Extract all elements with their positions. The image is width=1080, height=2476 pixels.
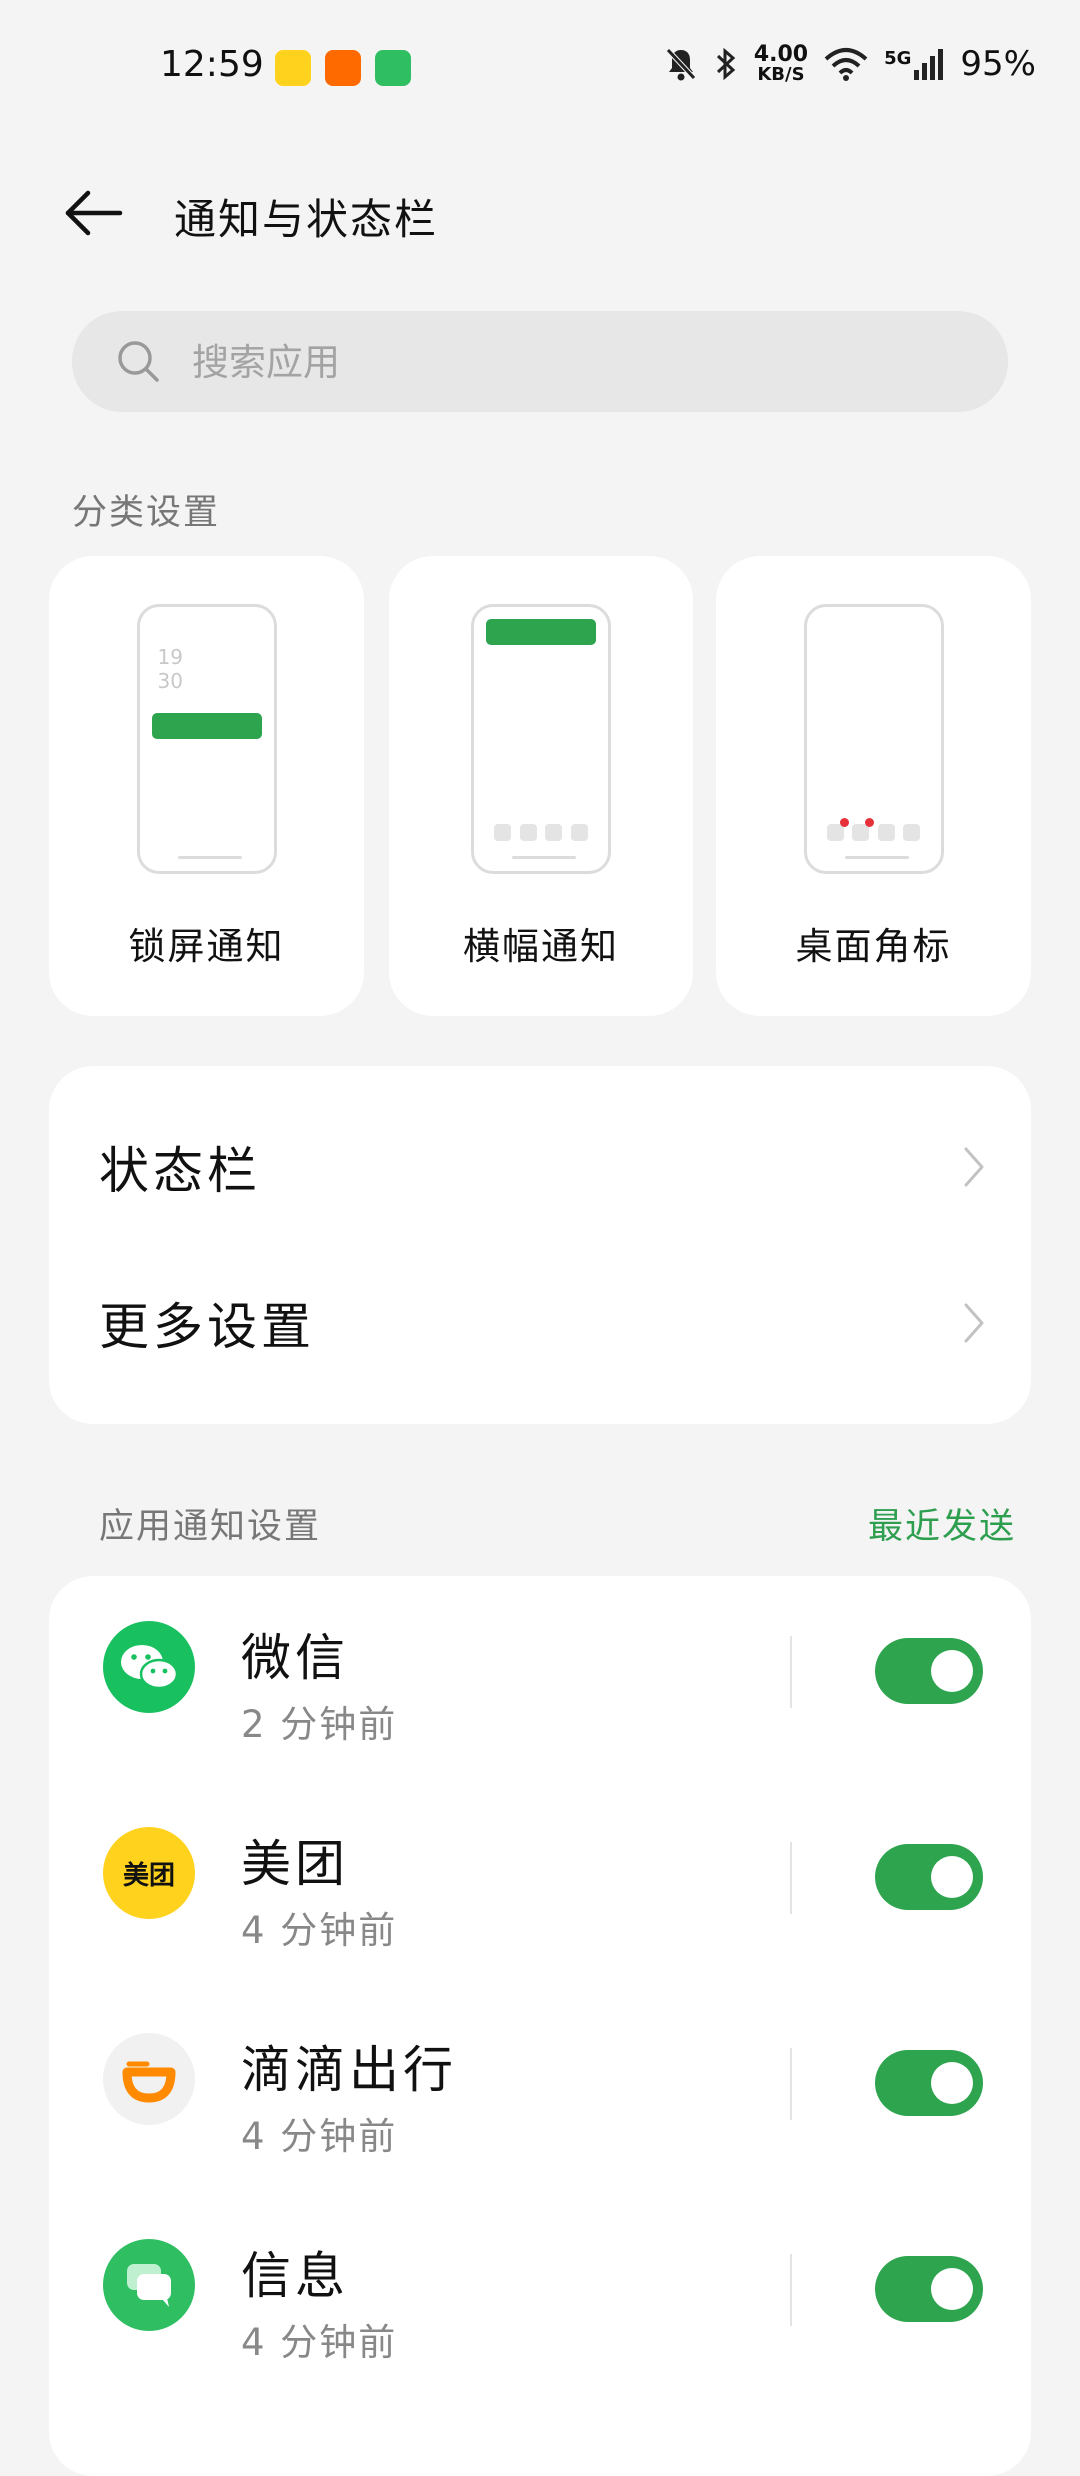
card-label-lockscreen: 锁屏通知 [128,925,285,968]
app-row-wechat[interactable]: 微信 2 分钟前 [49,1576,1031,1782]
card-label-banner: 横幅通知 [463,925,619,968]
app-last-sent: 4 分钟前 [241,1909,398,1952]
bell-muted-icon [665,48,696,81]
dock-icon [570,824,588,841]
settings-item-label: 状态栏 [99,1142,261,1200]
lockscreen-notification-card[interactable]: 19 30 锁屏通知 [49,556,364,1016]
wechat-icon [103,1621,195,1713]
dock-icon [494,824,511,841]
app-last-sent: 4 分钟前 [241,2321,398,2364]
lockscreen-preview: 19 30 [136,604,277,874]
app-name: 滴滴出行 [241,2041,457,2099]
app-name: 微信 [241,1629,349,1687]
status-bar: 12:59 4.00 KB/S 5G 95% [0,0,1080,140]
dock-icons [826,818,921,841]
dock-icon [545,824,563,841]
dock-icons [494,824,588,841]
notification-toggle[interactable] [875,2050,983,2116]
banner-bar [486,619,596,645]
meituan-logo-text: 美团 [122,1860,175,1891]
notification-bar [151,713,262,739]
network-speed-value: 4.00 [753,42,809,67]
notification-toggle[interactable] [875,1638,983,1704]
app-row-messages[interactable]: 信息 4 分钟前 [49,2194,1031,2400]
banner-notification-card[interactable]: 横幅通知 [389,556,693,1016]
badge-preview [803,604,944,874]
divider [790,1842,792,1914]
sort-recent-button[interactable]: 最近发送 [868,1498,1016,1549]
network-speed: 4.00 KB/S [754,44,808,84]
category-section-label: 分类设置 [72,493,221,533]
settings-item-label: 更多设置 [99,1298,315,1356]
settings-panel: 状态栏 更多设置 [49,1066,1031,1424]
meituan-icon: 美团 [103,1827,195,1919]
messages-icon [103,2239,195,2331]
settings-item-status-bar[interactable]: 状态栏 [49,1089,1031,1245]
badge-notification-card[interactable]: 桌面角标 [716,556,1031,1016]
badge-dot [839,818,849,827]
dock-icon [903,824,921,841]
chevron-right-icon [964,1147,984,1187]
notification-toggle[interactable] [875,1844,983,1910]
app-name: 信息 [241,2247,349,2305]
back-arrow-icon[interactable] [64,188,124,238]
bluetooth-icon [716,47,736,81]
app-list-panel: 微信 2 分钟前 美团 美团 4 分钟前 滴滴出行 4 分钟前 信息 4 分钟前 [49,1576,1031,2476]
signal-bars-icon [914,49,944,80]
status-indicators: 4.00 KB/S 5G 95% [664,44,1036,84]
search-icon [118,341,159,382]
meituan-notification-icon [275,50,311,86]
settings-item-more[interactable]: 更多设置 [49,1245,1031,1401]
home-indicator [177,856,242,859]
badge-dot [865,818,875,827]
divider [790,2254,792,2326]
app-row-didi[interactable]: 滴滴出行 4 分钟前 [49,1988,1031,2194]
card-label-badge: 桌面角标 [795,925,952,968]
dock-icon [877,824,895,841]
page-title: 通知与状态栏 [174,195,439,244]
toggle-knob [931,2062,973,2104]
toggle-knob [931,1650,973,1692]
toggle-knob [931,1856,973,1898]
chevron-right-icon [964,1303,984,1343]
search-input[interactable] [190,311,894,414]
status-time: 12:59 [160,44,264,85]
app-last-sent: 4 分钟前 [241,2115,398,2158]
dock-icon [852,818,875,841]
didi-icon [103,2033,195,2125]
didi-notification-icon [325,50,361,86]
messages-notification-icon [375,50,411,86]
home-indicator [512,856,576,859]
app-notifications-label: 应用通知设置 [99,1507,322,1547]
battery-level: 95% [960,44,1036,84]
dock-icon [519,824,537,841]
banner-preview [471,604,611,874]
cell-signal: 5G [884,48,944,80]
network-speed-unit: KB/S [757,64,805,85]
notification-toggle[interactable] [875,2256,983,2322]
home-indicator [844,856,909,859]
signal-type: 5G [884,48,912,69]
search-bar[interactable] [72,311,1008,414]
wifi-icon [824,48,868,81]
lock-clock: 19 30 [157,645,183,693]
toggle-knob [931,2268,973,2310]
status-app-icons [275,50,411,86]
app-name: 美团 [241,1835,349,1893]
divider [790,1636,792,1708]
divider [790,2048,792,2120]
dock-icon [826,818,849,841]
app-row-meituan[interactable]: 美团 美团 4 分钟前 [49,1782,1031,1988]
app-last-sent: 2 分钟前 [241,1703,398,1746]
